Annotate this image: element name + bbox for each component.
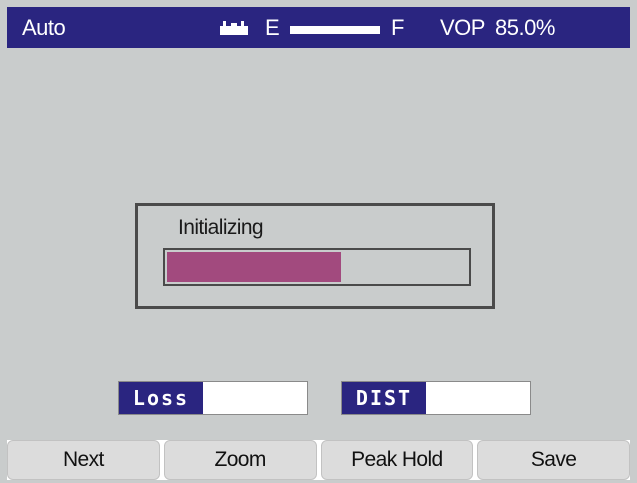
gauge-full-label: F [391,15,405,40]
vop-value: 85.0% [495,15,555,40]
loss-readout: Loss [118,381,308,415]
mode-indicator: Auto [22,15,66,40]
progress-bar [163,248,471,286]
softkey-bar: Next Zoom Peak Hold Save [7,440,630,480]
status-bar: Auto E F VOP 85.0% [7,7,630,48]
dist-label: DIST [342,382,426,414]
dist-value [426,382,530,414]
dist-readout: DIST [341,381,531,415]
progress-fill [167,252,341,282]
save-button[interactable]: Save [477,440,630,480]
fuel-gauge [290,26,380,34]
device-screen: Auto E F VOP 85.0% Initializing Loss DIS… [0,0,637,483]
fuel-gauge-fill [291,27,379,33]
loss-label: Loss [119,382,203,414]
peak-hold-button[interactable]: Peak Hold [320,440,474,480]
vop-label: VOP [440,15,485,40]
zoom-button[interactable]: Zoom [163,440,317,480]
dialog-title: Initializing [178,216,264,239]
next-button[interactable]: Next [7,440,160,480]
loss-value [203,382,307,414]
gauge-empty-label: E [265,15,280,40]
battery-icon [220,21,248,35]
initializing-dialog: Initializing [135,203,495,309]
